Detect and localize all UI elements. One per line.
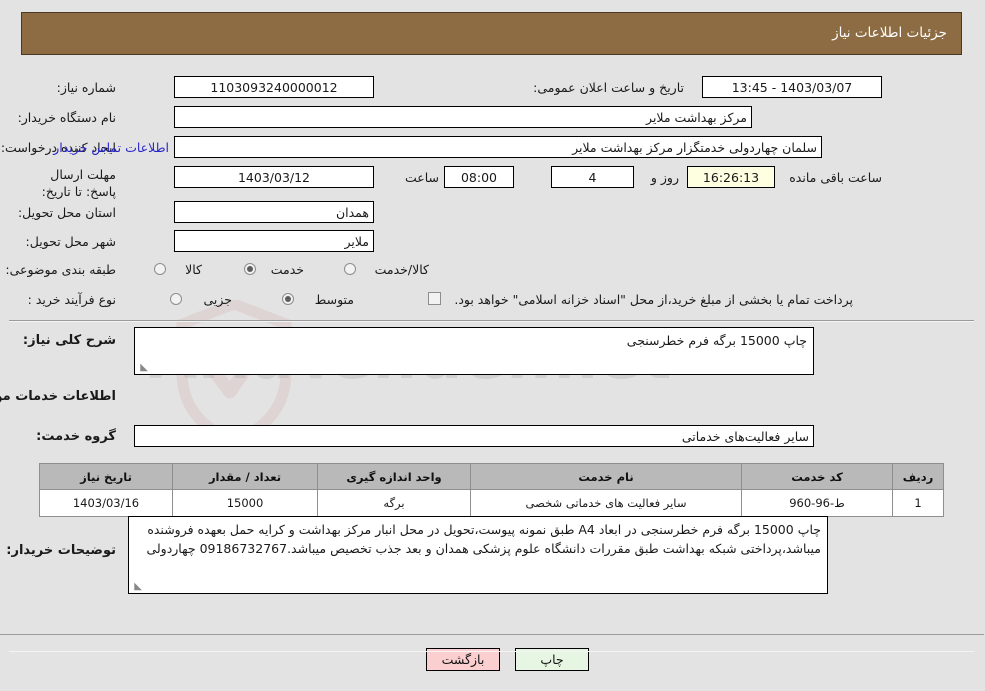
cell-need-date: 1403/03/16 — [40, 489, 174, 517]
deadline-label: مهلت ارسال پاسخ: تا تاریخ: — [42, 167, 117, 199]
window-title-bar: جزئیات اطلاعات نیاز — [22, 12, 963, 55]
print-button[interactable]: چاپ — [516, 648, 590, 671]
radio-category-kala[interactable] — [155, 263, 167, 275]
province-label: استان محل تحویل: — [18, 205, 117, 220]
cell-quantity: 15000 — [173, 489, 319, 517]
radio-category-kala-khedmat-label: کالا/خدمت — [375, 262, 430, 277]
radio-process-motavaset[interactable] — [283, 293, 295, 305]
header-info-section: شماره نیاز: 1103093240000012 تاریخ و ساع… — [2, 62, 975, 321]
deadline-date-value: 1403/03/12 — [175, 166, 375, 188]
deadline-hour-value: 08:00 — [445, 166, 515, 188]
cell-index: 1 — [893, 489, 945, 517]
cell-service-name: سایر فعالیت های خدماتی شخصی — [471, 489, 743, 517]
remaining-days-value: 4 — [552, 166, 635, 188]
remaining-time-value: 16:26:13 — [688, 166, 776, 188]
treasury-text: پرداخت تمام یا بخشی از مبلغ خرید،از محل … — [455, 292, 854, 307]
cell-service-code: ط-96-960 — [742, 489, 894, 517]
general-desc-label: شرح کلی نیاز: — [23, 333, 117, 348]
general-desc-value: چاپ 15000 برگه فرم خطرسنجی — [627, 333, 808, 348]
process-label: نوع فرآیند خرید : — [28, 292, 117, 307]
city-value: ملایر — [175, 230, 375, 252]
creator-value: سلمان چهاردولی خدمتگزار مرکز بهداشت ملای… — [175, 136, 823, 158]
service-group-value: سایر فعالیت‌های خدماتی — [135, 425, 815, 447]
buyer-contact-link[interactable]: اطلاعات تماس خریدار — [54, 140, 170, 155]
cell-unit: برگه — [318, 489, 472, 517]
buyer-org-value: مرکز بهداشت ملایر — [175, 106, 753, 128]
radio-process-jozi-label: جزیی — [204, 292, 233, 307]
deadline-hour-label: ساعت — [405, 170, 440, 185]
col-service-name: نام خدمت — [471, 463, 743, 490]
service-group-label: گروه خدمت: — [37, 429, 117, 444]
public-announce-label: تاریخ و ساعت اعلان عمومی: — [534, 80, 685, 95]
buyer-notes-value: چاپ 15000 برگه فرم خطرسنجی در ابعاد A4 ط… — [147, 522, 822, 556]
public-announce-value: 1403/03/07 - 13:45 — [703, 76, 883, 98]
radio-category-kala-label: کالا — [186, 262, 203, 277]
radio-category-khedmat-label: خدمت — [271, 262, 305, 277]
treasury-checkbox[interactable] — [429, 292, 442, 305]
col-service-code: کد خدمت — [742, 463, 894, 490]
radio-process-jozi[interactable] — [171, 293, 183, 305]
services-table: ردیف کد خدمت نام خدمت واحد اندازه گیری ت… — [40, 463, 945, 517]
table-row: 1 ط-96-960 سایر فعالیت های خدماتی شخصی ب… — [40, 489, 945, 517]
resize-grip-icon-2[interactable]: ◣ — [133, 582, 143, 592]
table-header-row: ردیف کد خدمت نام خدمت واحد اندازه گیری ت… — [40, 463, 945, 490]
buyer-org-label: نام دستگاه خریدار: — [18, 110, 117, 125]
services-heading: اطلاعات خدمات مورد نیاز — [0, 389, 117, 404]
category-label: طبقه بندی موضوعی: — [6, 262, 117, 277]
buyer-notes-label: توضیحات خریدار: — [7, 543, 117, 558]
general-desc-textarea[interactable]: چاپ 15000 برگه فرم خطرسنجی ◣ — [135, 327, 815, 375]
remaining-days-label: روز و — [651, 170, 680, 185]
details-panel: شماره نیاز: 1103093240000012 تاریخ و ساع… — [0, 62, 975, 651]
col-index: ردیف — [893, 463, 945, 490]
need-details-section: شرح کلی نیاز: چاپ 15000 برگه فرم خطرسنجی… — [0, 321, 975, 651]
col-need-date: تاریخ نیاز — [40, 463, 174, 490]
radio-category-khedmat[interactable] — [245, 263, 257, 275]
radio-process-motavaset-label: متوسط — [315, 292, 355, 307]
need-number-value: 1103093240000012 — [175, 76, 375, 98]
radio-category-kala-khedmat[interactable] — [345, 263, 357, 275]
buyer-notes-textarea[interactable]: چاپ 15000 برگه فرم خطرسنجی در ابعاد A4 ط… — [129, 516, 829, 594]
resize-grip-icon[interactable]: ◣ — [139, 363, 149, 373]
need-number-label: شماره نیاز: — [57, 80, 117, 95]
province-value: همدان — [175, 201, 375, 223]
page-title: جزئیات اطلاعات نیاز — [833, 25, 948, 41]
back-button[interactable]: بازگشت — [427, 648, 501, 671]
city-label: شهر محل تحویل: — [26, 234, 117, 249]
col-unit: واحد اندازه گیری — [318, 463, 472, 490]
col-quantity: تعداد / مقدار — [173, 463, 319, 490]
remaining-time-label: ساعت باقی مانده — [790, 170, 883, 185]
